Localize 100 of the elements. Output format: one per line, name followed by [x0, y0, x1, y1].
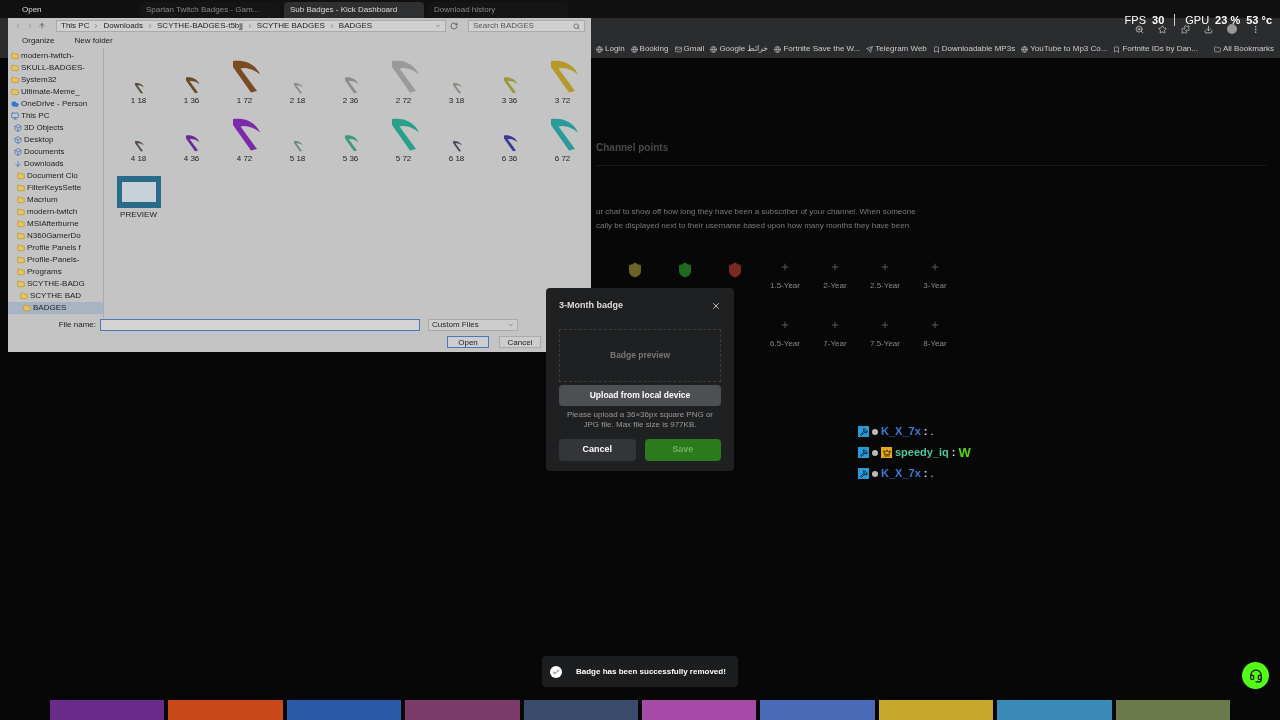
- file-name[interactable]: 2 72: [395, 95, 412, 107]
- file-name[interactable]: 5 36: [342, 153, 359, 165]
- breadcrumb-item[interactable]: BADGES: [338, 20, 373, 32]
- folder-tree-item[interactable]: modern-twitch-: [8, 50, 103, 62]
- browser-tab[interactable]: Download history: [428, 2, 568, 18]
- menu-icon[interactable]: [1251, 24, 1260, 34]
- file-name[interactable]: 6 72: [554, 153, 571, 165]
- folder-tree-item[interactable]: MSIAfterburne: [8, 218, 103, 230]
- badge-slot[interactable]: 3-Year: [910, 262, 960, 302]
- badge-slot[interactable]: 1.5-Year: [760, 262, 810, 302]
- bookmark-link[interactable]: YouTube to Mp3 Co...: [1030, 43, 1108, 55]
- folder-tree-item[interactable]: Document Clo: [8, 170, 103, 182]
- breadcrumb-item[interactable]: SCYTHE BADGES: [256, 20, 325, 32]
- chevron-icon: [147, 23, 154, 29]
- bookmark-link[interactable]: Downloadable MP3s: [941, 43, 1016, 55]
- cancel-button[interactable]: Cancel: [559, 439, 636, 461]
- toolbar-button[interactable]: New folder: [74, 35, 113, 47]
- breadcrumb-item[interactable]: This PC: [61, 20, 90, 32]
- file-name[interactable]: 2 36: [342, 95, 359, 107]
- badge-slot[interactable]: 2.5-Year: [860, 262, 910, 302]
- browser-tab[interactable]: Spartan Twitch Badges - Gam...: [140, 2, 280, 18]
- support-button[interactable]: [1242, 662, 1269, 689]
- folder-tree-item[interactable]: SCYTHE BAD: [8, 290, 103, 302]
- file-name[interactable]: 6 18: [448, 153, 465, 165]
- dialog-button[interactable]: Cancel: [499, 336, 541, 348]
- chat-username[interactable]: speedy_iq: [895, 444, 949, 461]
- bookmark-link[interactable]: Fortnite Save the W...: [783, 43, 861, 55]
- file-name-field[interactable]: [100, 319, 420, 331]
- folder-tree-item[interactable]: Documents: [8, 146, 103, 158]
- breadcrumb-item[interactable]: Downloads: [103, 20, 144, 32]
- badge-slot[interactable]: 6.5-Year: [760, 320, 810, 360]
- close-icon[interactable]: [711, 301, 721, 311]
- folder-icon: [17, 196, 25, 204]
- badge-slot[interactable]: 7.5-Year: [860, 320, 910, 360]
- breadcrumb-item[interactable]: SCYTHE-BADGES-t5bjj: [157, 20, 243, 32]
- bookmark-link[interactable]: Telegram Web: [875, 43, 927, 55]
- chat-username[interactable]: K_X_7x: [881, 423, 921, 440]
- folder-tree-item[interactable]: SCYTHE-BADG: [8, 278, 103, 290]
- folder-tree-item[interactable]: Macrium: [8, 194, 103, 206]
- file-name[interactable]: 4 18: [130, 153, 147, 165]
- folder-tree-item[interactable]: FilterKeysSette: [8, 182, 103, 194]
- folder-tree-item[interactable]: SKULL-BADGES-: [8, 62, 103, 74]
- folder-icon: [1213, 45, 1221, 53]
- file-name[interactable]: PREVIEW: [120, 209, 157, 221]
- folder-icon: [17, 172, 25, 180]
- file-name[interactable]: 5 72: [395, 153, 412, 165]
- bookmark-link[interactable]: Fortnite IDs by Dan...: [1122, 43, 1198, 55]
- folder-tree-item[interactable]: Profile-Panels-: [8, 254, 103, 266]
- file-name[interactable]: 1 36: [183, 95, 200, 107]
- dialog-button[interactable]: Open: [447, 336, 489, 348]
- folder-icon: [17, 268, 25, 276]
- all-bookmarks-button[interactable]: All Bookmarks: [1222, 43, 1274, 55]
- folder-tree-item[interactable]: System32: [8, 74, 103, 86]
- folder-tree-item[interactable]: BADGES: [8, 302, 103, 314]
- headset-icon: [1248, 668, 1263, 683]
- star-icon[interactable]: [1158, 24, 1167, 34]
- file-name[interactable]: 3 36: [501, 95, 518, 107]
- plus-icon: [780, 320, 790, 330]
- file-name[interactable]: 4 72: [236, 153, 253, 165]
- file-name[interactable]: 3 18: [448, 95, 465, 107]
- file-name[interactable]: 6 36: [501, 153, 518, 165]
- folder-icon: [17, 208, 25, 216]
- plus-icon: [880, 262, 890, 272]
- folder-tree-item[interactable]: Ultimate-Meme_: [8, 86, 103, 98]
- bookmark-icon: [710, 45, 718, 53]
- badge-slot[interactable]: 8-Year: [910, 320, 960, 360]
- bookmark-link[interactable]: Google خرائط: [719, 43, 769, 55]
- folder-tree-item[interactable]: Desktop: [8, 134, 103, 146]
- folder-tree-item[interactable]: Profile Panels f: [8, 242, 103, 254]
- chat-emote: W: [958, 443, 971, 462]
- extensions-icon[interactable]: [1181, 24, 1190, 34]
- download-icon[interactable]: [1204, 24, 1213, 34]
- avatar[interactable]: [1227, 24, 1237, 34]
- folder-tree-item[interactable]: This PC: [8, 110, 103, 122]
- folder-tree-item[interactable]: 3D Objects: [8, 122, 103, 134]
- file-name[interactable]: 4 36: [183, 153, 200, 165]
- bookmark-link[interactable]: Login: [605, 43, 625, 55]
- plus-icon: [930, 262, 940, 272]
- zoom-icon[interactable]: [1135, 24, 1144, 34]
- file-name[interactable]: 3 72: [554, 95, 571, 107]
- folder-tree-item[interactable]: N360GamerDo: [8, 230, 103, 242]
- file-name[interactable]: 1 72: [236, 95, 253, 107]
- up-icon[interactable]: [38, 22, 46, 30]
- file-name[interactable]: 2 18: [289, 95, 306, 107]
- folder-tree-item[interactable]: Downloads: [8, 158, 103, 170]
- bookmark-icon: [674, 45, 682, 53]
- file-name[interactable]: 5 18: [289, 153, 306, 165]
- refresh-icon[interactable]: [450, 22, 458, 30]
- bookmark-link[interactable]: Booking: [639, 43, 669, 55]
- toolbar-button[interactable]: Organize: [22, 35, 55, 47]
- file-name[interactable]: 1 18: [130, 95, 147, 107]
- bookmark-link[interactable]: Gmail: [683, 43, 705, 55]
- browser-tab[interactable]: Sub Badges - Kick Dashboard: [284, 2, 424, 18]
- badge-slot[interactable]: 7-Year: [810, 320, 860, 360]
- chat-username[interactable]: K_X_7x: [881, 465, 921, 482]
- upload-button[interactable]: Upload from local device: [559, 385, 721, 406]
- folder-tree-item[interactable]: Programs: [8, 266, 103, 278]
- badge-slot[interactable]: 2-Year: [810, 262, 860, 302]
- folder-tree-item[interactable]: modern-twitch: [8, 206, 103, 218]
- folder-tree-item[interactable]: OneDrive - Person: [8, 98, 103, 110]
